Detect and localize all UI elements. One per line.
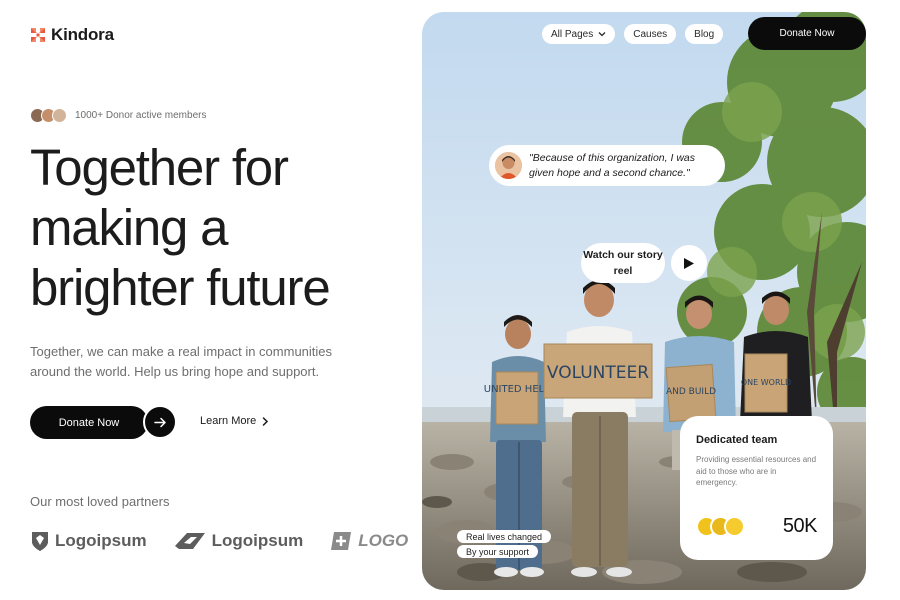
- sign-text: UNITED HELP: [484, 384, 551, 395]
- nav-causes[interactable]: Causes: [624, 24, 677, 44]
- nav-donate-button[interactable]: Donate Now: [748, 17, 866, 50]
- avatar: [52, 108, 67, 123]
- partner-logo-text: LOGOIP: [358, 531, 408, 550]
- partner-logo[interactable]: Logoipsum: [30, 530, 147, 552]
- partner-logo-text: Logoipsum: [211, 531, 304, 550]
- real-lives-tag: Real lives changed: [457, 530, 552, 543]
- page: Kindora 1000+ Donor active members Toget…: [0, 0, 900, 600]
- partner-logo[interactable]: LOGOIP: [329, 530, 408, 552]
- team-avatars: [696, 516, 745, 537]
- card-description: Providing essential resources and aid to…: [696, 455, 817, 487]
- nav-all-pages[interactable]: All Pages: [542, 24, 616, 44]
- dedicated-team-card: Dedicated team Providing essential resou…: [680, 416, 833, 560]
- testimonial-bubble: "Because of this organization, I was giv…: [489, 145, 725, 186]
- flower-logo-icon: [31, 28, 45, 42]
- card-title: Dedicated team: [696, 434, 778, 446]
- swoosh-logo-icon: [174, 533, 205, 549]
- hero-title-line: making a: [30, 199, 229, 256]
- members-count-text: 1000+ Donor active members: [75, 110, 207, 121]
- sign-text: AND BUILD: [666, 387, 716, 397]
- testimonial-quote: "Because of this organization, I was giv…: [529, 151, 695, 179]
- hero-title: Together for making a brighter future: [30, 138, 410, 318]
- brand-name: Kindora: [51, 25, 114, 44]
- cardboard-sign: VOLUNTEER: [543, 343, 653, 399]
- avatar: [724, 516, 745, 537]
- donate-now-button[interactable]: Donate Now: [30, 406, 148, 439]
- play-button[interactable]: [671, 245, 707, 281]
- learn-more-link[interactable]: Learn More: [200, 415, 269, 427]
- chevron-down-icon: [598, 32, 606, 37]
- hero-title-line: brighter future: [30, 259, 331, 316]
- watch-story-reel-label[interactable]: Watch our story reel: [581, 243, 665, 283]
- cardboard-sign: AND BUILD: [665, 363, 717, 423]
- avatar-illustration: [495, 152, 522, 179]
- partner-logo[interactable]: Logoipsum: [173, 530, 304, 552]
- arrow-right-icon: [153, 417, 166, 427]
- sign-text: VOLUNTEER: [547, 363, 649, 383]
- play-icon: [684, 257, 694, 269]
- top-nav: All Pages Causes Blog: [542, 24, 724, 44]
- nav-blog[interactable]: Blog: [685, 24, 724, 44]
- hero-title-line: Together for: [30, 139, 289, 196]
- nav-all-pages-label: All Pages: [551, 28, 594, 40]
- sign-text: ONE WORLD: [741, 378, 791, 387]
- cardboard-sign: ONE WORLD: [741, 353, 791, 413]
- card-footer: 50K: [696, 515, 818, 538]
- learn-more-label: Learn More: [200, 415, 257, 427]
- donor-members: 1000+ Donor active members: [30, 108, 206, 123]
- member-avatars: [30, 108, 67, 123]
- partner-logo-text: Logoipsum: [55, 531, 147, 550]
- partners-logos: Logoipsum Logoipsum LOGOIP: [30, 526, 408, 556]
- chevron-right-icon: [263, 416, 269, 426]
- shield-logo-icon: [32, 532, 48, 551]
- donate-arrow-button[interactable]: [143, 405, 177, 439]
- testimonial-avatar: [495, 152, 522, 179]
- hero-description: Together, we can make a real impact in c…: [30, 344, 333, 379]
- team-stat: 50K: [782, 515, 818, 537]
- brand-logo[interactable]: Kindora: [30, 25, 114, 45]
- partners-title: Our most loved partners: [30, 494, 170, 509]
- plus-box-logo-icon: [331, 532, 352, 550]
- support-tag: By your support: [457, 545, 539, 558]
